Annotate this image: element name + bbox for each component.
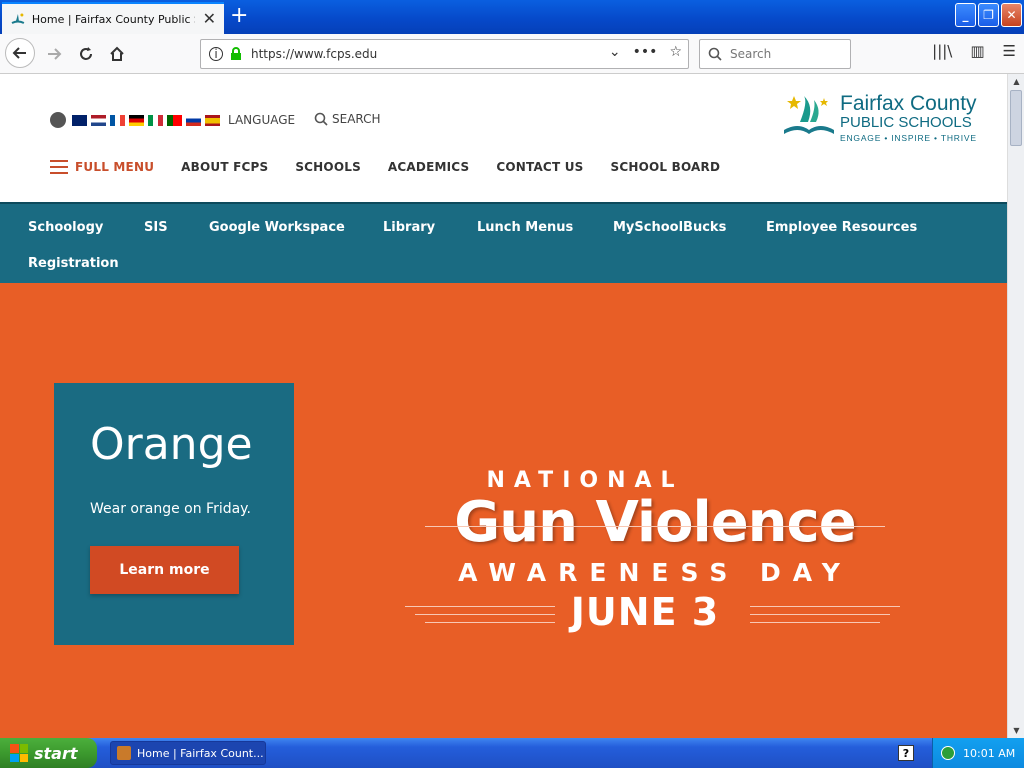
quick-links-bar: Schoology SIS Google Workspace Library L…: [0, 202, 1007, 283]
nav-contact-us[interactable]: CONTACT US: [496, 160, 583, 174]
nav-academics[interactable]: ACADEMICS: [388, 160, 469, 174]
hero-banner: Orange Wear orange on Friday. Learn more…: [0, 283, 1007, 738]
logo-tagline: ENGAGE • INSPIRE • THRIVE: [840, 133, 977, 143]
back-arrow-icon: [12, 47, 26, 59]
minimize-button[interactable]: _: [955, 3, 976, 27]
system-tray: 10:01 AM: [932, 738, 1024, 768]
hamburger-icon: [50, 160, 68, 174]
reload-button[interactable]: [72, 40, 100, 68]
language-label[interactable]: LANGUAGE: [228, 113, 295, 127]
nav-full-menu[interactable]: FULL MENU: [50, 160, 154, 174]
lock-icon: [231, 47, 241, 60]
forward-arrow-icon: [48, 48, 62, 60]
home-icon: [110, 46, 124, 61]
web-page: LANGUAGE SEARCH FULL MENU ABOUT FCPS SCH…: [0, 74, 1007, 738]
forward-button[interactable]: [40, 40, 68, 68]
taskbar-firefox-item[interactable]: Home | Fairfax Count...: [110, 741, 266, 765]
scroll-up-icon[interactable]: ▲: [1009, 74, 1024, 89]
quicklink-lunch-menus[interactable]: Lunch Menus: [477, 220, 573, 235]
quicklink-sis[interactable]: SIS: [144, 220, 168, 235]
hero-card-title: Orange: [90, 419, 253, 470]
banner-strike-line: [425, 526, 885, 527]
flag-it-icon[interactable]: [148, 114, 163, 126]
nav-schools[interactable]: SCHOOLS: [295, 160, 361, 174]
search-input[interactable]: Search: [699, 39, 851, 69]
search-label: SEARCH: [332, 112, 381, 126]
quicklink-library[interactable]: Library: [383, 220, 435, 235]
scroll-down-icon[interactable]: ▼: [1009, 723, 1024, 738]
flag-uk-icon[interactable]: [72, 114, 87, 126]
reload-icon: [80, 47, 92, 60]
window-controls: _ ❐ ✕: [955, 3, 1022, 27]
banner-gun-violence: Gun Violence: [454, 490, 856, 555]
learn-more-button[interactable]: Learn more: [90, 546, 239, 594]
start-button[interactable]: start: [0, 738, 97, 768]
browser-tab[interactable]: Home | Fairfax County Public Schools ✕: [2, 2, 224, 34]
bookmark-star-icon[interactable]: ☆: [669, 44, 682, 60]
flag-fr-icon[interactable]: [110, 114, 125, 126]
flag-es-icon[interactable]: [205, 114, 220, 126]
logo-name: Fairfax County: [840, 92, 977, 115]
nav-about-fcps[interactable]: ABOUT FCPS: [181, 160, 268, 174]
quicklink-employee-resources[interactable]: Employee Resources: [766, 220, 917, 235]
banner-awareness-day: AWARENESS DAY: [458, 558, 852, 587]
page-actions-icon[interactable]: •••: [633, 44, 658, 60]
hero-card: Orange Wear orange on Friday. Learn more: [54, 383, 294, 645]
globe-icon: [50, 112, 66, 128]
firefox-icon: [117, 746, 131, 760]
nav-school-board[interactable]: SCHOOL BOARD: [611, 160, 721, 174]
fcps-favicon-icon: [11, 13, 25, 24]
quicklink-google-workspace[interactable]: Google Workspace: [209, 220, 345, 235]
site-search-icon: [314, 112, 328, 126]
tab-title: Home | Fairfax County Public Schools: [31, 12, 195, 26]
banner-june-3: JUNE 3: [570, 590, 720, 634]
quicklink-myschoolbucks[interactable]: MySchoolBucks: [613, 220, 726, 235]
flag-pt-icon[interactable]: [167, 114, 182, 126]
search-icon: [708, 47, 722, 61]
site-header: LANGUAGE SEARCH FULL MENU ABOUT FCPS SCH…: [0, 74, 1007, 202]
home-button[interactable]: [103, 40, 131, 68]
main-nav: FULL MENU ABOUT FCPS SCHOOLS ACADEMICS C…: [50, 160, 747, 174]
flag-ru-icon[interactable]: [186, 114, 201, 126]
network-icon[interactable]: [941, 746, 955, 760]
hero-card-text: Wear orange on Friday.: [90, 501, 251, 517]
logo-emblem-icon: [784, 96, 834, 134]
chevron-down-icon[interactable]: ⌄: [609, 44, 621, 60]
sidebar-icon[interactable]: ▥: [970, 42, 984, 60]
browser-toolbar: i https://www.fcps.edu ⌄ ••• ☆ Search ||…: [0, 34, 1024, 74]
flag-de-icon[interactable]: [129, 114, 144, 126]
info-icon[interactable]: i: [209, 47, 223, 61]
page-scrollbar[interactable]: ▲ ▼: [1007, 74, 1024, 738]
site-search[interactable]: SEARCH: [314, 112, 381, 126]
logo-subtitle: PUBLIC SCHOOLS: [840, 114, 972, 131]
browser-titlebar: Home | Fairfax County Public Schools ✕ +…: [0, 0, 1024, 34]
gun-violence-awareness-banner: NATIONAL Gun Violence AWARENESS DAY JUNE…: [385, 458, 915, 638]
windows-taskbar: start Home | Fairfax Count... ? 10:01 AM: [0, 738, 1024, 768]
fcps-logo[interactable]: Fairfax County PUBLIC SCHOOLS ENGAGE • I…: [780, 92, 990, 148]
clock: 10:01 AM: [963, 746, 1016, 760]
language-selector[interactable]: LANGUAGE: [50, 112, 295, 128]
library-icon[interactable]: |||\: [932, 42, 952, 60]
back-button[interactable]: [5, 38, 35, 68]
restore-button[interactable]: ❐: [978, 3, 999, 27]
menu-icon[interactable]: ☰: [1003, 42, 1016, 60]
tab-close-icon[interactable]: ✕: [203, 11, 216, 27]
close-window-button[interactable]: ✕: [1001, 3, 1022, 27]
new-tab-icon[interactable]: +: [230, 4, 248, 28]
windows-logo-icon: [10, 744, 28, 762]
quicklink-schoology[interactable]: Schoology: [28, 220, 103, 235]
quicklink-registration[interactable]: Registration: [28, 256, 119, 271]
search-placeholder: Search: [730, 47, 772, 61]
scroll-thumb[interactable]: [1010, 90, 1022, 146]
flag-nl-icon[interactable]: [91, 114, 106, 126]
help-icon[interactable]: ?: [898, 745, 914, 761]
url-text: https://www.fcps.edu: [251, 47, 378, 61]
url-bar[interactable]: i https://www.fcps.edu ⌄ ••• ☆: [200, 39, 689, 69]
